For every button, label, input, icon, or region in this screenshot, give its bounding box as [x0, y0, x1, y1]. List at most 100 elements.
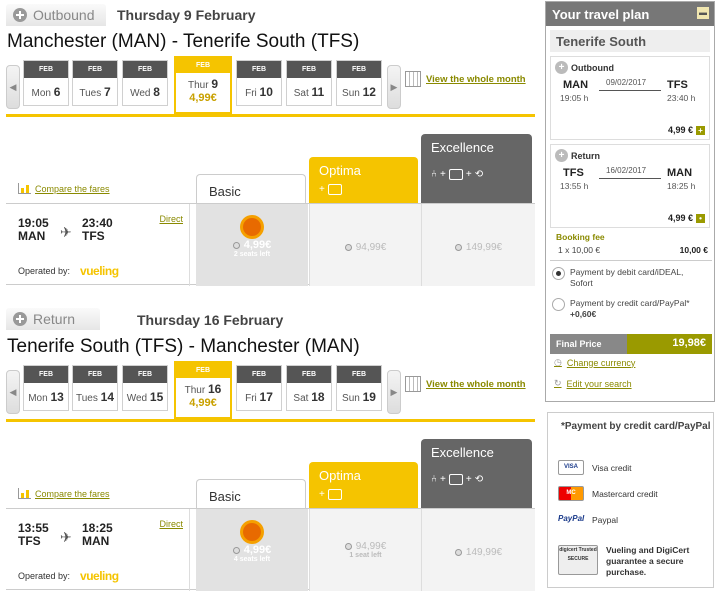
segment-price: 4,99 €: [667, 125, 693, 135]
plan-return-segment: + Return TFS MAN 16/02/2017 13:55 h 18:25…: [550, 144, 710, 228]
pay-credit-label: Payment by credit card/PayPal*: [570, 298, 690, 308]
compare-label: Compare the fares: [35, 183, 110, 194]
plus-button-icon[interactable]: +: [696, 125, 705, 135]
travel-plan-header: Your travel plan ▬: [546, 2, 714, 26]
return-date-18[interactable]: FEB Sat 18: [286, 365, 332, 411]
outbound-compare-fares-link[interactable]: Compare the fares: [18, 183, 110, 194]
plane-icon: ✈: [60, 529, 72, 545]
operated-by-label: Operated by:: [18, 266, 71, 276]
segment-label: Outbound: [571, 62, 614, 73]
chevron-left-icon: ◀: [9, 81, 17, 92]
optima-fare-radio[interactable]: [344, 243, 352, 251]
date-label: Tues 14: [75, 390, 114, 404]
plane-plus-icon: [12, 7, 28, 23]
edit-search-link[interactable]: ↻ Edit your search: [554, 378, 632, 389]
outbound-basic-fare-cell[interactable]: 4,99€ 2 seats left: [196, 204, 308, 286]
calendar-icon[interactable]: [405, 376, 421, 392]
outbound-date-9[interactable]: FEB Thur 9 4,99€: [174, 56, 232, 114]
return-fare-basic-header[interactable]: Basic: [196, 479, 306, 509]
plus-icon: +: [319, 184, 325, 195]
return-date-17[interactable]: FEB Fri 17: [236, 365, 282, 411]
visa-label: Visa credit: [592, 462, 632, 473]
direct-link[interactable]: Direct: [159, 519, 183, 529]
pay-credit-extra: +0,60€: [570, 309, 597, 319]
date-month: FEB: [237, 366, 281, 383]
chevron-left-icon: ◀: [9, 386, 17, 397]
pay-credit-option[interactable]: Payment by credit card/PayPal* +0,60€: [552, 298, 710, 320]
chart-icon: [18, 183, 31, 194]
plane-plus-icon: +: [555, 61, 568, 74]
plus-button-icon[interactable]: •: [696, 213, 705, 223]
date-label: Wed 15: [126, 390, 164, 404]
outbound-excellence-fare-cell[interactable]: 149,99€: [421, 204, 535, 286]
outbound-date-6[interactable]: FEB Mon 6: [23, 60, 69, 106]
fare-basic-label: Basic: [209, 489, 241, 504]
pay-debit-option[interactable]: Payment by debit card/iDEAL, Sofort: [552, 267, 705, 289]
fee-line: 1 x 10,00 €: [558, 245, 601, 255]
date-label: Tues 7: [79, 85, 111, 99]
outbound-optima-fare-cell[interactable]: 94,99€: [309, 204, 421, 286]
outbound-fare-excellence-header[interactable]: Excellence ⑃ + + ⟲: [421, 134, 532, 203]
excellence-fare-radio[interactable]: [454, 243, 462, 251]
return-date-19[interactable]: FEB Sun 19: [336, 365, 382, 411]
excellence-price: 149,99€: [465, 242, 503, 253]
plane-plus-icon: [12, 311, 28, 327]
optima-fare-radio[interactable]: [344, 542, 352, 550]
vueling-logo: vueling: [80, 264, 119, 278]
pay-debit-radio[interactable]: [552, 267, 565, 280]
travel-plan-panel: Your travel plan ▬ Tenerife South + Outbou…: [545, 1, 715, 402]
outbound-prev-week-button[interactable]: ◀: [6, 65, 20, 109]
outbound-view-whole-month-link[interactable]: View the whole month: [426, 74, 526, 85]
date-label: Fri 17: [245, 390, 273, 404]
basic-fare-radio[interactable]: [232, 546, 240, 554]
return-prev-week-button[interactable]: ◀: [6, 370, 20, 414]
basic-fare-radio[interactable]: [232, 241, 240, 249]
outbound-fare-basic-header[interactable]: Basic: [196, 174, 306, 204]
outbound-date-8[interactable]: FEB Wed 8: [122, 60, 168, 106]
return-date-16[interactable]: FEB Thur 16 4,99€: [174, 361, 232, 419]
return-tab: Return: [6, 308, 100, 330]
outbound-fare-optima-header[interactable]: Optima +: [309, 157, 418, 203]
return-excellence-fare-cell[interactable]: 149,99€: [421, 509, 535, 591]
outbound-date-12[interactable]: FEB Sun 12: [336, 60, 382, 106]
date-price: 4,99€: [189, 92, 217, 104]
change-currency-link[interactable]: ◷ Change currency: [554, 357, 635, 368]
excellence-fare-radio[interactable]: [454, 548, 462, 556]
return-fare-excellence-header[interactable]: Excellence ⑃ + + ⟲: [421, 439, 532, 508]
minimize-icon[interactable]: ▬: [697, 7, 709, 19]
outbound-date-10[interactable]: FEB Fri 10: [236, 60, 282, 106]
return-view-whole-month-link[interactable]: View the whole month: [426, 379, 526, 390]
pay-credit-radio[interactable]: [552, 298, 565, 311]
outbound-route: Manchester (MAN) - Tenerife South (TFS): [7, 31, 360, 52]
return-flight-info: 13:55 TFS ✈ 18:25 MAN Direct Operated by…: [6, 509, 189, 591]
basic-price: 4,99€: [243, 544, 272, 556]
fare-excellence-label: Excellence: [431, 445, 494, 460]
plan-outbound-segment: + Outbound MAN TFS 09/02/2017 19:05 h 23:…: [550, 56, 710, 140]
outbound-next-week-button[interactable]: ▶: [387, 65, 401, 109]
return-date-14[interactable]: FEB Tues 14: [72, 365, 118, 411]
return-basic-fare-cell[interactable]: 4,99€ 4 seats left: [196, 509, 308, 591]
return-fare-optima-header[interactable]: Optima +: [309, 462, 418, 508]
date-label: Sat 11: [293, 85, 325, 99]
outbound-label: Outbound: [33, 7, 95, 23]
outbound-date-7[interactable]: FEB Tues 7: [72, 60, 118, 106]
final-price-value: 19,98€: [627, 334, 712, 354]
date-label: Mon 13: [28, 390, 64, 404]
return-optima-fare-cell[interactable]: 94,99€ 1 seat left: [309, 509, 421, 591]
plus-icon: +: [440, 169, 446, 180]
optima-price: 94,99€: [355, 541, 387, 552]
outbound-date-11[interactable]: FEB Sat 11: [286, 60, 332, 106]
direct-link[interactable]: Direct: [159, 214, 183, 224]
return-compare-fares-link[interactable]: Compare the fares: [18, 488, 110, 499]
date-month: FEB: [24, 61, 68, 78]
calendar-icon[interactable]: [405, 71, 421, 87]
final-price-label: Final Price: [556, 339, 602, 349]
return-date-13[interactable]: FEB Mon 13: [23, 365, 69, 411]
sun-icon: [243, 523, 261, 541]
return-next-week-button[interactable]: ▶: [387, 370, 401, 414]
date-month: FEB: [73, 366, 117, 383]
luggage-icon: [448, 474, 463, 485]
vueling-logo: vueling: [80, 569, 119, 583]
return-date-15[interactable]: FEB Wed 15: [122, 365, 168, 411]
plan-destination: Tenerife South: [550, 30, 710, 52]
